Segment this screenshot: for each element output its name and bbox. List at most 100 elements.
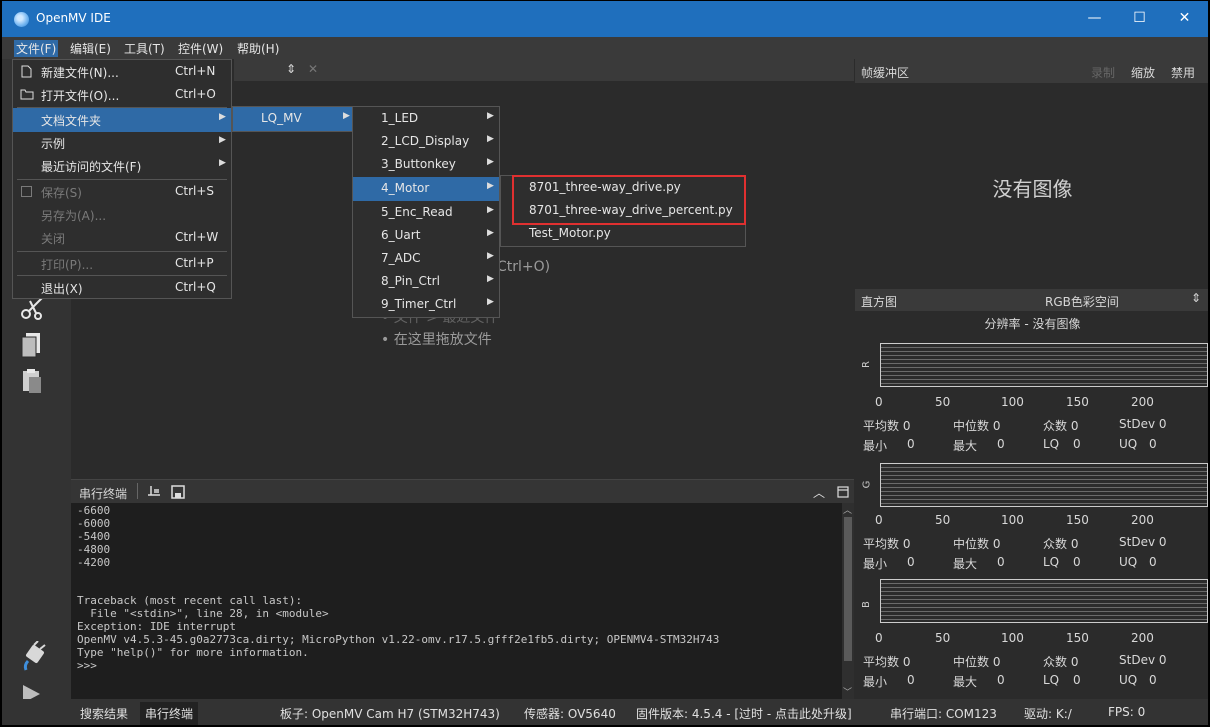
menu-item-uart[interactable]: 6_Uart ▶ <box>353 224 499 248</box>
tab-switch-icon[interactable]: ⇕ <box>286 62 296 76</box>
frame-buffer-title: 帧缓冲区 <box>861 66 910 80</box>
serial-terminal-tab[interactable]: 串行终端 <box>140 702 199 725</box>
menu-file[interactable]: 文件(F) <box>14 40 59 57</box>
submenu-arrow-icon: ▶ <box>343 111 350 121</box>
tick-label: 200 <box>1131 395 1154 409</box>
menu-item-motor[interactable]: 4_Motor ▶ <box>353 177 499 201</box>
histogram-panel: 分辨率 - 没有图像 R 0 50 100 150 200 平均数 0 中位数 … <box>855 311 1208 699</box>
copy-icon[interactable] <box>20 331 44 359</box>
serial-port-label[interactable]: 串行端口: COM123 <box>890 705 997 722</box>
clear-terminal-icon[interactable] <box>147 485 161 499</box>
scroll-thumb[interactable] <box>844 517 852 661</box>
tick-label: 200 <box>1131 513 1154 527</box>
firmware-label[interactable]: 固件版本: 4.5.4 - [过时 - 点击此处升级] <box>636 705 852 722</box>
menu-item-print: 打印(P)... Ctrl+P <box>41 256 214 272</box>
menu-item-buttonkey[interactable]: 3_Buttonkey ▶ <box>353 153 499 177</box>
submenu-arrow-icon: ▶ <box>219 158 226 168</box>
open-folder-icon <box>20 89 34 100</box>
close-button[interactable]: ✕ <box>1162 1 1207 37</box>
tick-label: 200 <box>1131 631 1154 645</box>
editor-tab-strip: ⇕ ✕ <box>234 59 854 81</box>
collapse-up-icon[interactable]: ︿ <box>813 484 825 501</box>
channel-g-label: G <box>861 480 873 489</box>
frame-buffer-header: 帧缓冲区 录制 缩放 禁用 <box>855 59 1208 83</box>
menu-item-timer-ctrl[interactable]: 9_Timer_Ctrl ▶ <box>353 293 499 317</box>
submenu-arrow-icon: ▶ <box>219 112 226 122</box>
menu-item-save: 保存(S) Ctrl+S <box>13 180 231 204</box>
channel-b-label: B <box>860 601 872 608</box>
channel-r-ticks: 0 50 100 150 200 <box>875 395 1205 409</box>
scroll-down-icon[interactable]: ﹀ <box>843 685 852 698</box>
tick-label: 0 <box>875 631 883 645</box>
save-terminal-icon[interactable] <box>171 485 185 499</box>
channel-g-plot <box>880 463 1208 507</box>
serial-terminal-title: 串行终端 <box>79 487 128 501</box>
maximize-button[interactable]: ☐ <box>1117 1 1162 37</box>
submenu-arrow-icon: ▶ <box>487 134 494 144</box>
zoom-button[interactable]: 缩放 <box>1131 64 1155 81</box>
tick-label: 0 <box>875 395 883 409</box>
channel-b-stats-1: 平均数 0 中位数 0 众数 0 StDev 0 <box>863 653 1167 669</box>
histogram-header: 直方图 RGB色彩空间 ⇕ <box>855 289 1208 311</box>
open-file-hint: Ctrl+O) <box>497 259 551 275</box>
submenu-arrow-icon: ▶ <box>487 205 494 215</box>
menu-item-recent-files[interactable]: 最近访问的文件(F) ▶ <box>13 154 231 178</box>
status-bar: 搜索结果 串行终端 板子: OpenMV Cam H7 (STM32H743) … <box>2 699 1208 725</box>
menu-item-open-file[interactable]: 打开文件(O)... Ctrl+O <box>13 83 231 107</box>
search-results-tab[interactable]: 搜索结果 <box>80 705 128 722</box>
menu-item-test-motor[interactable]: Test_Motor.py <box>501 222 745 246</box>
terminal-line: File "<stdin>", line 28, in <module> <box>77 607 329 620</box>
board-label: 板子: OpenMV Cam H7 (STM32H743) <box>280 707 500 721</box>
menu-item-pin-ctrl[interactable]: 8_Pin_Ctrl ▶ <box>353 270 499 294</box>
menu-item-docs-folder[interactable]: 文档文件夹 ▶ <box>13 108 231 132</box>
minimize-button[interactable]: — <box>1072 1 1117 37</box>
tick-label: 150 <box>1066 631 1089 645</box>
terminal-line: Traceback (most recent call last): <box>77 594 303 607</box>
channel-r-stats-2: 最小 0 最大 0 LQ 0 UQ 0 <box>863 437 1157 453</box>
menu-tools[interactable]: 工具(T) <box>124 40 165 57</box>
menu-item-lcd-display[interactable]: 2_LCD_Display ▶ <box>353 130 499 154</box>
connect-plug-icon[interactable] <box>20 641 48 671</box>
channel-r-plot <box>880 343 1208 387</box>
serial-terminal-output[interactable]: -6600 -6000 -5400 -4800 -4200 Traceback … <box>71 503 842 699</box>
submenu-arrow-icon: ▶ <box>487 111 494 121</box>
lq-mv-submenu: 1_LED ▶ 2_LCD_Display ▶ 3_Buttonkey ▶ 4_Mot… <box>352 106 500 318</box>
terminal-line: Type "help()" for more information. <box>77 646 309 659</box>
paste-icon[interactable] <box>20 367 44 395</box>
menu-item-adc[interactable]: 7_ADC ▶ <box>353 247 499 271</box>
menu-help[interactable]: 帮助(H) <box>237 40 279 57</box>
menu-edit[interactable]: 编辑(E) <box>70 40 111 57</box>
new-file-icon <box>21 65 32 78</box>
terminal-line: Exception: IDE interrupt <box>77 620 236 633</box>
openmv-logo-icon <box>14 12 29 27</box>
channel-g-ticks: 0 50 100 150 200 <box>875 513 1205 527</box>
menu-item-examples[interactable]: 示例 ▶ <box>13 131 231 155</box>
menu-item-new-file[interactable]: 新建文件(N)... Ctrl+N <box>13 60 231 84</box>
terminal-line: -5400 <box>77 530 111 543</box>
channel-g-stats-2: 最小 0 最大 0 LQ 0 UQ 0 <box>863 555 1157 571</box>
resolution-label: 分辨率 - 没有图像 <box>984 317 1081 331</box>
menu-item-led[interactable]: 1_LED ▶ <box>353 107 499 131</box>
terminal-line: -4800 <box>77 543 111 556</box>
scroll-up-icon[interactable]: ︿ <box>843 503 852 516</box>
menu-item-exit[interactable]: 退出(X) Ctrl+Q <box>13 276 231 300</box>
header-divider <box>137 483 138 499</box>
record-button[interactable]: 录制 <box>1091 64 1115 81</box>
histogram-title: 直方图 <box>861 295 898 309</box>
drive-label[interactable]: 驱动: K:/ <box>1024 705 1072 722</box>
disable-button[interactable]: 禁用 <box>1171 64 1195 81</box>
maximize-panel-icon[interactable] <box>837 486 849 498</box>
menu-item-enc-read[interactable]: 5_Enc_Read ▶ <box>353 201 499 225</box>
menu-item-lq-mv[interactable]: LQ_MV ▶ <box>233 107 353 131</box>
serial-terminal-header: 串行终端 ︿ <box>71 479 854 503</box>
window-title: OpenMV IDE <box>36 11 111 25</box>
colorspace-select[interactable]: RGB色彩空间 <box>1045 293 1119 310</box>
docs-folder-submenu: LQ_MV ▶ <box>232 106 354 132</box>
file-menu: 新建文件(N)... Ctrl+N 打开文件(O)... Ctrl+O 文档文件… <box>12 59 232 299</box>
menu-widgets[interactable]: 控件(W) <box>178 40 223 57</box>
channel-b-plot <box>880 579 1208 623</box>
fps-label: FPS: 0 <box>1108 705 1146 719</box>
terminal-scrollbar[interactable]: ︿ ﹀ <box>842 503 854 699</box>
colorspace-dropdown-icon[interactable]: ⇕ <box>1191 291 1201 305</box>
tab-close-icon[interactable]: ✕ <box>308 62 318 76</box>
